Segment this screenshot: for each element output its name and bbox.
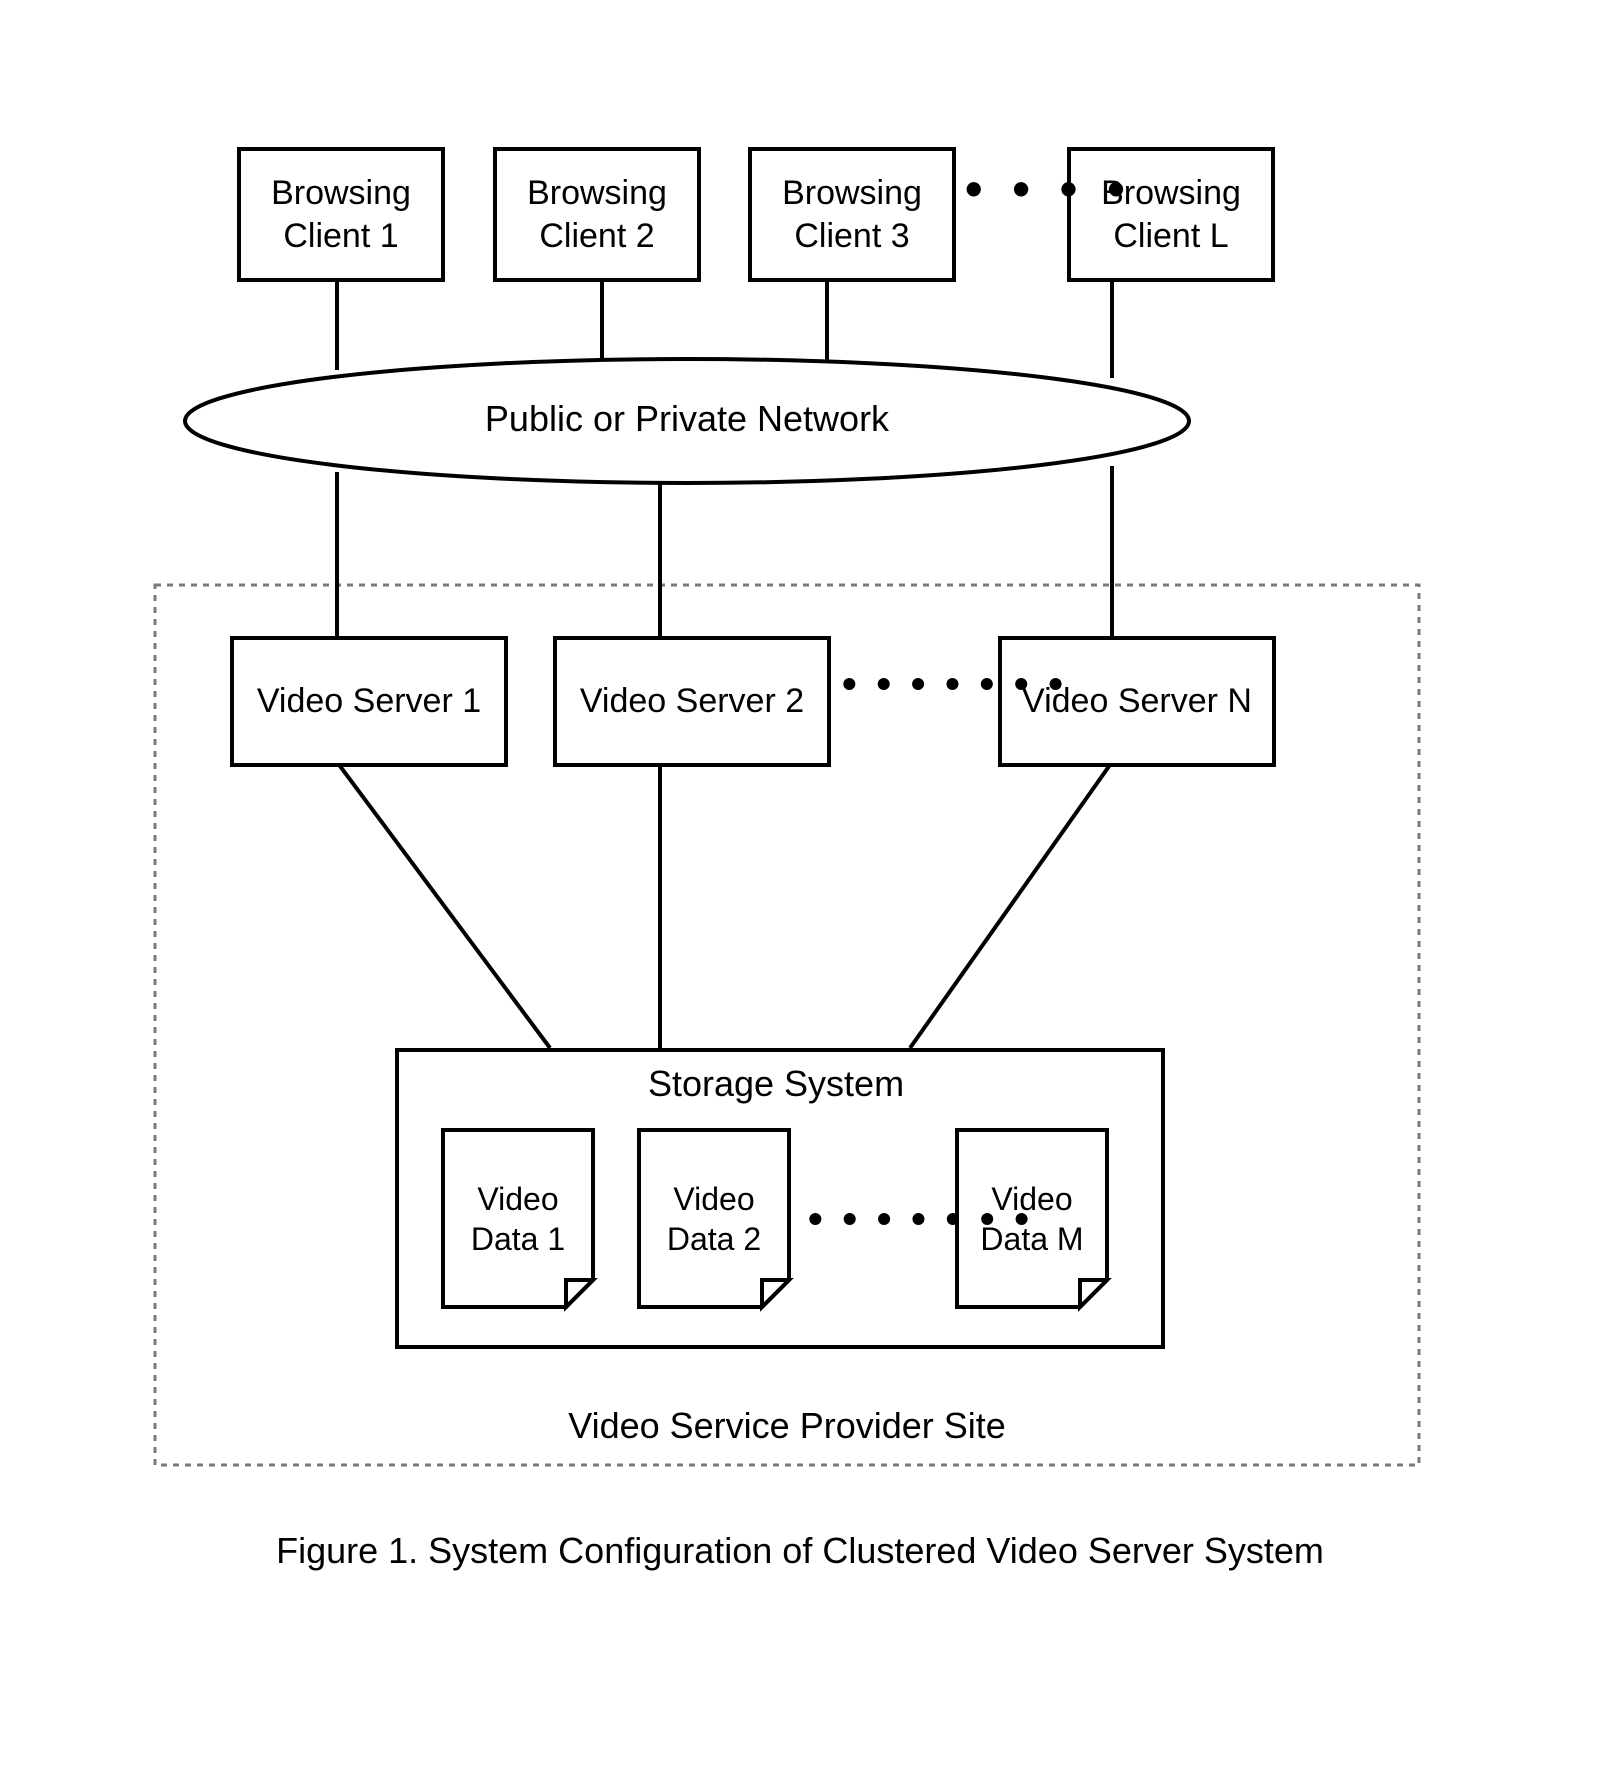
client-2-label: BrowsingClient 2 — [527, 172, 667, 257]
client-1-label: BrowsingClient 1 — [271, 172, 411, 257]
site-label: Video Service Provider Site — [155, 1405, 1419, 1447]
ellipsis-data: • • • • • • • — [808, 1195, 1033, 1243]
server-2-label: Video Server 2 — [580, 680, 804, 723]
ellipsis-clients: • • • • — [965, 160, 1133, 218]
client-3-box: BrowsingClient 3 — [748, 147, 956, 282]
server-1-box: Video Server 1 — [230, 636, 508, 767]
video-data-1: VideoData 1 — [443, 1130, 593, 1307]
network-label: Public or Private Network — [387, 398, 987, 440]
video-data-2: VideoData 2 — [639, 1130, 789, 1307]
ellipsis-servers: • • • • • • • — [842, 660, 1067, 708]
storage-system-label: Storage System — [395, 1063, 1157, 1105]
client-1-box: BrowsingClient 1 — [237, 147, 445, 282]
server-1-label: Video Server 1 — [257, 680, 481, 723]
client-2-box: BrowsingClient 2 — [493, 147, 701, 282]
diagram: { "clients": [ {"line1":"Browsing","line… — [0, 0, 1600, 1772]
client-3-label: BrowsingClient 3 — [782, 172, 922, 257]
server-2-box: Video Server 2 — [553, 636, 831, 767]
figure-caption: Figure 1. System Configuration of Cluste… — [200, 1530, 1400, 1572]
